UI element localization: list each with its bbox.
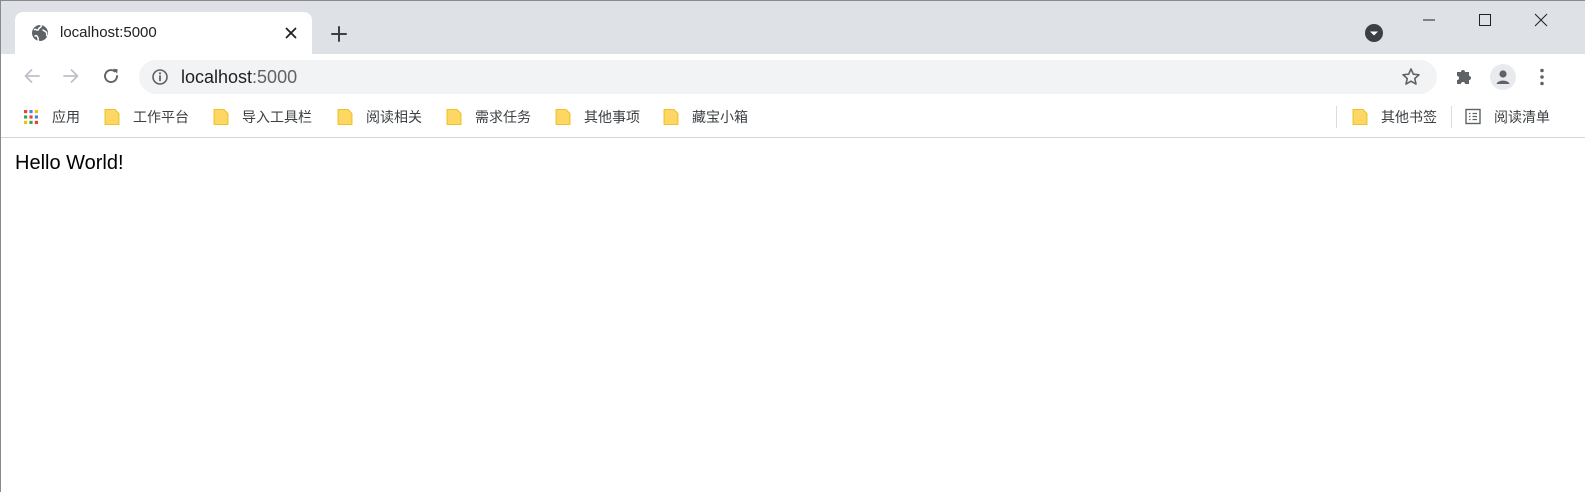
- reading-list-icon: [1465, 108, 1481, 125]
- bookmark-folder[interactable]: 工作平台: [104, 106, 189, 128]
- bookmark-apps[interactable]: 应用: [23, 106, 80, 128]
- globe-icon: [32, 24, 48, 42]
- folder-icon: [1352, 109, 1368, 125]
- kebab-menu-icon: [1540, 68, 1544, 86]
- forward-button[interactable]: [57, 62, 85, 90]
- bookmark-folder[interactable]: 阅读相关: [337, 106, 422, 128]
- puzzle-icon: [1457, 70, 1471, 84]
- bookmark-other-label: 其他书签: [1381, 109, 1437, 125]
- folder-icon: [104, 109, 120, 125]
- bookmark-folder[interactable]: 需求任务: [446, 106, 531, 128]
- bookmark-folder[interactable]: 藏宝小箱: [663, 106, 748, 128]
- arrow-right-icon: [63, 69, 79, 83]
- bookmark-label: 工作平台: [133, 109, 189, 125]
- bookmark-apps-label: 应用: [52, 109, 80, 125]
- maximize-icon: [1479, 14, 1491, 26]
- reading-list-label: 阅读清单: [1494, 109, 1550, 125]
- folder-icon: [446, 109, 462, 125]
- url-host: localhost: [181, 67, 253, 87]
- bookmark-folder[interactable]: 导入工具栏: [213, 106, 312, 128]
- bookmark-label: 需求任务: [475, 109, 531, 125]
- tab-localhost[interactable]: localhost:5000: [15, 12, 312, 54]
- address-bar[interactable]: localhost:5000: [139, 60, 1437, 94]
- new-tab-button[interactable]: [327, 22, 351, 46]
- extensions-button[interactable]: [1451, 64, 1477, 90]
- close-icon: [285, 27, 297, 39]
- window-minimize-button[interactable]: [1401, 1, 1457, 39]
- apps-grid-icon: [24, 110, 38, 124]
- bookmark-label: 藏宝小箱: [692, 109, 748, 125]
- bookmark-label: 其他事项: [584, 109, 640, 125]
- tab-strip: localhost:5000: [1, 1, 1585, 54]
- browser-menu-button[interactable]: [1529, 64, 1555, 90]
- arrow-left-icon: [24, 69, 40, 83]
- window-maximize-button[interactable]: [1457, 1, 1513, 39]
- plus-icon: [331, 26, 347, 42]
- window-close-button[interactable]: [1513, 1, 1569, 39]
- url-port: :5000: [252, 67, 298, 87]
- bookmarks-separator: [1451, 106, 1452, 128]
- tab-close-button[interactable]: [281, 23, 301, 43]
- bookmarks-separator: [1336, 106, 1337, 128]
- minimize-icon: [1423, 19, 1435, 21]
- bookmarks-bar: 应用 工作平台 导入工具栏 阅读相关 需求任务 其他事项 藏宝小箱 其他书签 阅…: [1, 98, 1585, 138]
- close-icon: [1534, 13, 1548, 27]
- browser-toolbar: localhost:5000: [1, 54, 1585, 98]
- tab-title: localhost:5000: [60, 24, 157, 41]
- bookmark-other-folder[interactable]: 其他书签: [1352, 106, 1437, 128]
- folder-icon: [663, 109, 679, 125]
- bookmark-label: 阅读相关: [366, 109, 422, 125]
- star-icon[interactable]: [1401, 67, 1421, 87]
- info-icon[interactable]: [151, 68, 169, 86]
- reload-icon: [104, 68, 118, 83]
- browser-window: localhost:5000 localhost:5000 应用 工作平台 导入…: [0, 0, 1585, 492]
- chevron-down-circle-icon: [1365, 24, 1383, 42]
- tab-search-button[interactable]: [1363, 22, 1385, 44]
- folder-icon: [337, 109, 353, 125]
- reload-button[interactable]: [97, 62, 125, 90]
- back-button[interactable]: [18, 62, 46, 90]
- bookmark-folder[interactable]: 其他事项: [555, 106, 640, 128]
- bookmark-label: 导入工具栏: [242, 109, 312, 125]
- person-icon: [1496, 70, 1510, 84]
- url-text[interactable]: localhost:5000: [181, 67, 297, 87]
- folder-icon: [213, 109, 229, 125]
- reading-list-button[interactable]: 阅读清单: [1465, 106, 1550, 128]
- page-content: Hello World!: [1, 139, 1585, 492]
- profile-button[interactable]: [1490, 64, 1516, 90]
- folder-icon: [555, 109, 571, 125]
- hello-world-text: Hello World!: [15, 152, 124, 174]
